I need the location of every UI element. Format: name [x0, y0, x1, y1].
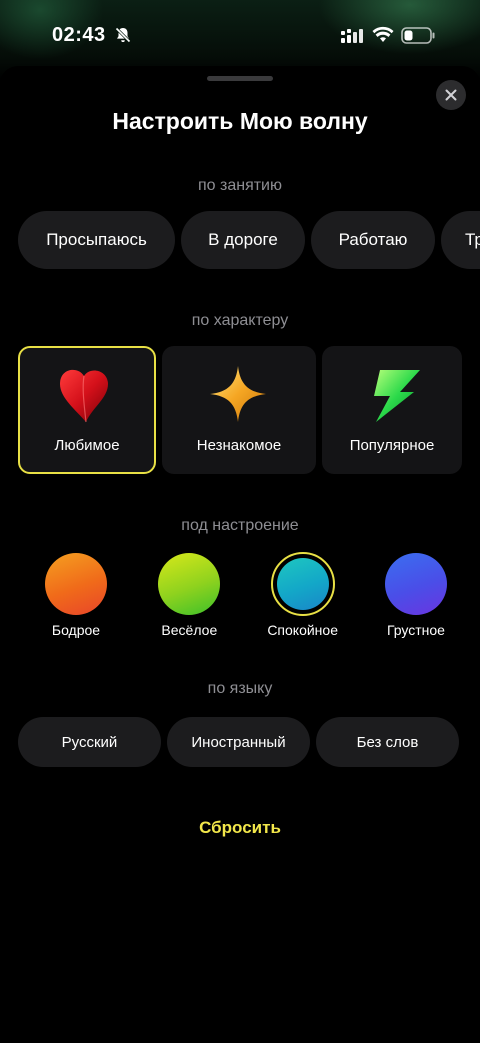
mood-label: Спокойное	[267, 622, 338, 638]
mood-option-calm[interactable]: Спокойное	[263, 552, 343, 638]
mood-option-energetic[interactable]: Бодрое	[36, 552, 116, 638]
status-time: 02:43	[52, 24, 106, 46]
character-card-popular[interactable]: Популярное	[322, 346, 462, 474]
mood-label: Весёлое	[161, 622, 218, 638]
character-options: Любимое Незнакомое Популярное	[18, 346, 462, 474]
language-chip-instrumental[interactable]: Без слов	[316, 717, 459, 767]
mood-label: Грустное	[386, 622, 445, 638]
activity-chip-on-the-road[interactable]: В дороге	[181, 211, 305, 269]
mood-circle	[384, 552, 448, 616]
wifi-icon	[372, 26, 394, 42]
close-icon	[445, 89, 457, 101]
character-card-label: Любимое	[54, 437, 120, 454]
character-card-favorite[interactable]: Любимое	[18, 346, 156, 474]
language-chip-foreign[interactable]: Иностранный	[167, 717, 310, 767]
battery-icon	[401, 27, 435, 44]
close-button[interactable]	[436, 80, 466, 110]
mood-section-label: под настроение	[181, 517, 299, 534]
mood-label: Бодрое	[51, 622, 101, 638]
mood-option-cheerful[interactable]: Весёлое	[149, 552, 229, 638]
gold-sparkle-icon	[210, 366, 266, 422]
activity-options: Просыпаюсь В дороге Работаю Тр	[18, 211, 480, 269]
character-card-unfamiliar[interactable]: Незнакомое	[162, 346, 316, 474]
activity-chip-working[interactable]: Работаю	[311, 211, 435, 269]
mood-circle-selected	[270, 552, 335, 616]
screen: 02:43 Настроить Мою волну по занятию Про…	[0, 0, 480, 1043]
sheet-title: Настроить Мою волну	[112, 108, 368, 134]
mood-options: Бодрое Весёлое Спокойное Грустное	[36, 552, 456, 638]
reset-button[interactable]: Сбросить	[0, 818, 480, 838]
signal-icon	[341, 29, 363, 43]
activity-chip-partial[interactable]: Тр	[441, 211, 480, 269]
sheet-grabber[interactable]	[207, 76, 273, 81]
bell-off-icon	[115, 27, 131, 43]
mood-circle	[157, 552, 221, 616]
language-options: Русский Иностранный Без слов	[18, 717, 459, 767]
activity-chip-waking[interactable]: Просыпаюсь	[18, 211, 175, 269]
mood-option-sad[interactable]: Грустное	[376, 552, 456, 638]
language-chip-russian[interactable]: Русский	[18, 717, 161, 767]
mood-circle	[44, 552, 108, 616]
character-card-label: Незнакомое	[196, 437, 282, 454]
green-lightning-icon	[374, 370, 420, 422]
character-card-label: Популярное	[349, 437, 435, 454]
wave-settings-sheet: Настроить Мою волну по занятию Просыпаюс…	[0, 66, 480, 1043]
language-section-label: по языку	[207, 680, 273, 697]
activity-section-label: по занятию	[197, 177, 282, 194]
red-heart-icon	[60, 369, 108, 423]
character-section-label: по характеру	[191, 312, 289, 329]
